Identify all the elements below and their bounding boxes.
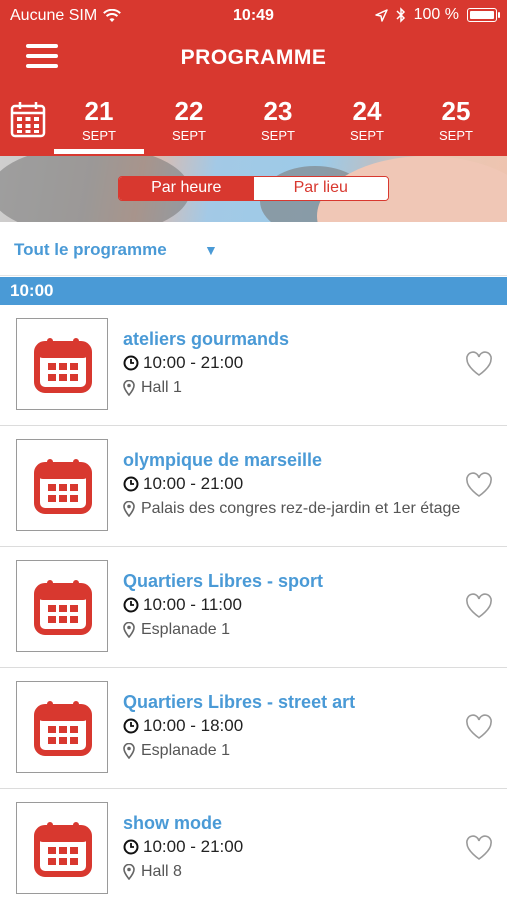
toggle-par-heure[interactable]: Par heure	[119, 177, 254, 200]
hour-section-header: 10:00	[0, 277, 507, 305]
location-pin-icon	[123, 864, 135, 880]
location-pin-icon	[123, 501, 135, 517]
app-header: Aucune SIM 10:49 100 % PROGRAMME 21 SEPT…	[0, 0, 507, 156]
day-tab-25[interactable]: 25 SEPT	[411, 94, 501, 156]
location-pin-icon	[123, 622, 135, 638]
event-time-text: 10:00 - 11:00	[143, 595, 242, 614]
event-thumbnail	[16, 439, 108, 531]
heart-outline-icon[interactable]	[465, 472, 493, 498]
event-thumbnail	[16, 802, 108, 894]
battery-icon	[467, 8, 500, 22]
event-row[interactable]: olympique de marseille 10:00 - 21:00 Palai…	[0, 426, 507, 547]
day-number: 25	[441, 96, 471, 126]
event-place: Hall 1	[123, 379, 463, 397]
filter-label: Tout le programme	[14, 240, 167, 259]
day-number: 22	[174, 96, 204, 126]
day-month: SEPT	[350, 128, 384, 143]
event-place: Hall 8	[123, 863, 463, 881]
heart-outline-icon[interactable]	[465, 351, 493, 377]
dropdown-triangle-icon: ▼	[204, 242, 218, 258]
event-place-text: Esplanade 1	[141, 621, 230, 638]
event-row[interactable]: Quartiers Libres - sport 10:00 - 11:00 Esp…	[0, 547, 507, 668]
event-title: ateliers gourmands	[123, 329, 290, 349]
event-time-text: 10:00 - 21:00	[143, 474, 244, 493]
day-tab-22[interactable]: 22 SEPT	[144, 94, 234, 156]
event-time: 10:00 - 21:00	[123, 837, 243, 857]
calendar-icon[interactable]	[10, 100, 46, 138]
heart-outline-icon[interactable]	[465, 714, 493, 740]
view-toggle: Par heure Par lieu	[118, 176, 389, 201]
location-pin-icon	[123, 380, 135, 396]
heart-outline-icon[interactable]	[465, 593, 493, 619]
event-time-text: 10:00 - 21:00	[143, 837, 244, 856]
event-place-text: Esplanade 1	[141, 742, 230, 759]
calendar-icon	[34, 701, 92, 756]
program-filter[interactable]: Tout le programme ▼	[0, 222, 507, 276]
day-selector: 21 SEPT 22 SEPT 23 SEPT 24 SEPT 25 SEPT	[0, 94, 507, 156]
event-place-text: Hall 8	[141, 863, 182, 880]
day-number: 21	[84, 96, 114, 126]
day-tab-24[interactable]: 24 SEPT	[322, 94, 412, 156]
clock-icon	[123, 355, 139, 371]
location-arrow-icon	[374, 8, 388, 22]
event-place: Esplanade 1	[123, 621, 463, 639]
day-tab-21[interactable]: 21 SEPT	[54, 94, 144, 156]
calendar-icon	[34, 459, 92, 514]
event-time: 10:00 - 11:00	[123, 595, 242, 615]
event-thumbnail	[16, 318, 108, 410]
event-time: 10:00 - 21:00	[123, 353, 243, 373]
event-place: Esplanade 1	[123, 742, 463, 760]
day-number: 24	[352, 96, 382, 126]
event-place-text: Hall 1	[141, 379, 182, 396]
clock-icon	[123, 839, 139, 855]
calendar-icon	[34, 580, 92, 635]
day-number: 23	[263, 96, 293, 126]
event-row[interactable]: show mode 10:00 - 21:00 Hall 8	[0, 789, 507, 900]
event-time: 10:00 - 18:00	[123, 716, 243, 736]
event-thumbnail	[16, 560, 108, 652]
event-place: Palais des congres rez-de-jardin et 1er …	[123, 500, 463, 518]
event-row[interactable]: ateliers gourmands 10:00 - 21:00 Hall 1	[0, 305, 507, 426]
calendar-icon	[34, 822, 92, 877]
event-title: Quartiers Libres - street art	[123, 692, 356, 712]
clock-icon	[123, 597, 139, 613]
event-title: show mode	[123, 813, 223, 833]
day-month: SEPT	[439, 128, 473, 143]
day-month: SEPT	[172, 128, 206, 143]
event-title: Quartiers Libres - sport	[123, 571, 324, 591]
battery-percent: 100 %	[413, 6, 459, 23]
event-thumbnail	[16, 681, 108, 773]
event-place-text: Palais des congres rez-de-jardin et 1er …	[141, 500, 461, 517]
page-title: PROGRAMME	[180, 46, 327, 69]
clock-icon	[123, 476, 139, 492]
event-time: 10:00 - 21:00	[123, 474, 243, 494]
location-pin-icon	[123, 743, 135, 759]
heart-outline-icon[interactable]	[465, 835, 493, 861]
toggle-par-lieu[interactable]: Par lieu	[253, 177, 388, 200]
day-month: SEPT	[261, 128, 295, 143]
event-list: ateliers gourmands 10:00 - 21:00 Hall 1 oly…	[0, 305, 507, 900]
event-time-text: 10:00 - 18:00	[143, 716, 244, 735]
status-right: 100 %	[374, 6, 500, 24]
day-month: SEPT	[82, 128, 116, 143]
event-title: olympique de marseille	[123, 450, 323, 470]
calendar-icon	[34, 338, 92, 393]
clock-icon	[123, 718, 139, 734]
day-tab-23[interactable]: 23 SEPT	[233, 94, 323, 156]
bluetooth-icon	[396, 7, 405, 23]
event-row[interactable]: Quartiers Libres - street art 10:00 - 18:…	[0, 668, 507, 789]
status-bar: Aucune SIM 10:49 100 %	[0, 0, 507, 32]
event-time-text: 10:00 - 21:00	[143, 353, 244, 372]
